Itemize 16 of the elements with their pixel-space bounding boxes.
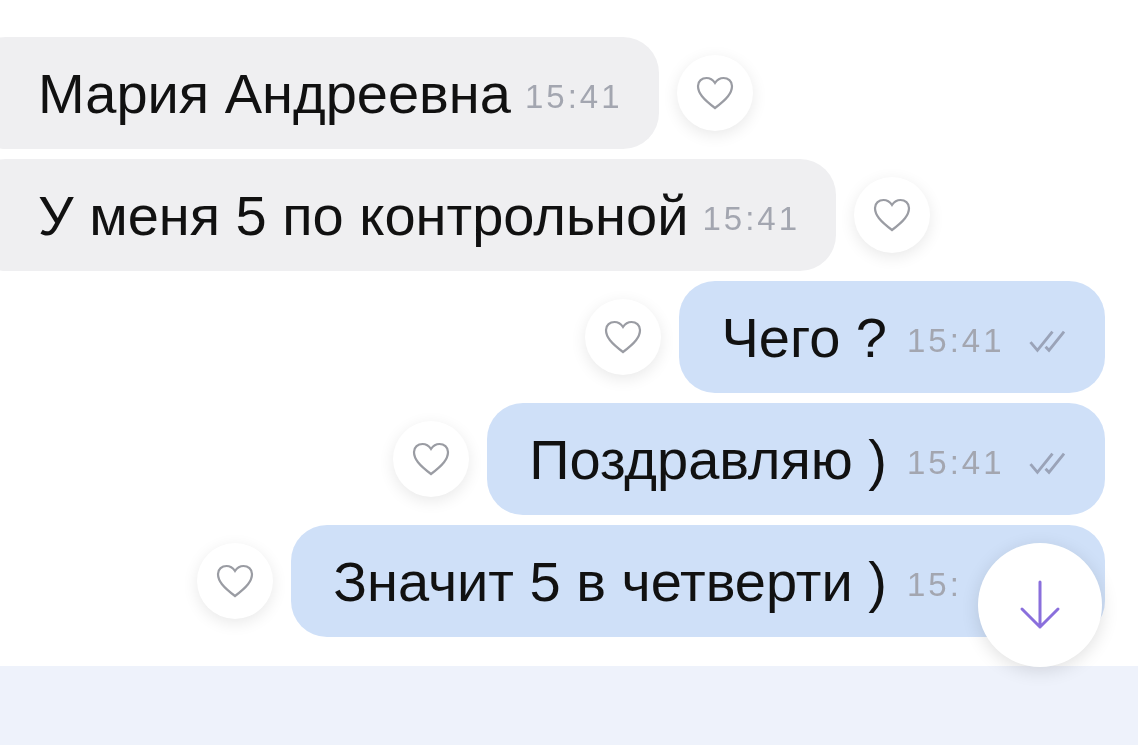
message-time: 15:: [907, 565, 963, 604]
message-time: 15:41: [524, 77, 623, 116]
arrow-down-icon: [1018, 579, 1062, 631]
message-time: 15:41: [907, 321, 1006, 360]
heart-icon: [411, 441, 452, 477]
heart-icon: [215, 563, 256, 599]
message-time: 15:41: [907, 443, 1006, 482]
message-text: Поздравляю ): [529, 426, 887, 492]
heart-icon: [694, 75, 735, 111]
heart-icon: [603, 319, 644, 355]
message-text: Мария Андреевна: [38, 60, 511, 126]
message-text: Чего ?: [721, 304, 887, 370]
message-text: Значит 5 в четверти ): [333, 548, 887, 614]
message-text: У меня 5 по контрольной: [38, 182, 689, 248]
message-time: 15:41: [702, 199, 801, 238]
heart-icon: [872, 197, 913, 233]
